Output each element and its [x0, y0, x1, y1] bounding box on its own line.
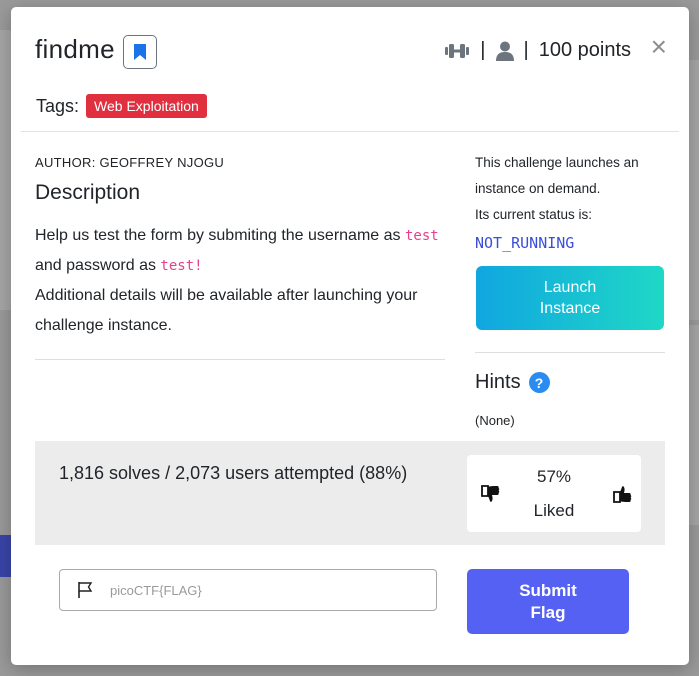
description-heading: Description: [35, 181, 141, 204]
tags-row: Tags: Web Exploitation: [36, 94, 207, 118]
user-icon: [495, 41, 514, 61]
hints-value: (None): [475, 413, 515, 428]
points-value: 100 points: [538, 39, 631, 61]
bookmark-button[interactable]: [123, 35, 157, 69]
dumbbell-icon: [445, 43, 470, 58]
username-code: test: [404, 228, 439, 244]
author-line: AUTHOR: GEOFFREY NJOGU: [35, 155, 225, 170]
help-icon[interactable]: ?: [528, 372, 550, 393]
tags-label: Tags:: [36, 95, 80, 116]
meta-separator: |: [523, 39, 529, 61]
background-card: [688, 60, 699, 320]
instance-description: This challenge launches an instance on d…: [475, 155, 639, 196]
flag-input-group: [59, 569, 437, 611]
challenge-meta: | | 100 points: [444, 39, 631, 62]
instance-info: This challenge launches an instance on d…: [475, 150, 675, 256]
description-text: Help us test the form by submiting the u…: [35, 227, 401, 244]
flag-input[interactable]: [110, 582, 410, 598]
hints-title: Hints: [475, 371, 521, 393]
bookmark-icon: [134, 44, 146, 60]
submit-flag-button[interactable]: Submit Flag: [467, 569, 629, 634]
flag-icon: [78, 582, 93, 598]
description-body: Help us test the form by submiting the u…: [35, 221, 447, 341]
challenge-modal: findme | | 100 points × Tags: Web Exploi…: [11, 7, 689, 665]
description-text: Additional details will be available aft…: [35, 287, 418, 334]
hints-heading: Hints ?: [475, 371, 550, 394]
stats-bar: 1,816 solves / 2,073 users attempted (88…: [35, 441, 665, 545]
divider: [21, 131, 679, 132]
launch-instance-button[interactable]: Launch Instance: [476, 266, 664, 330]
meta-separator: |: [480, 39, 486, 61]
challenge-title: findme: [35, 34, 115, 64]
like-card: 57% Liked: [467, 455, 641, 532]
description-text: and password as: [35, 257, 156, 274]
background-card: [688, 325, 699, 525]
divider: [475, 352, 665, 353]
divider: [35, 359, 445, 360]
background-button: [0, 535, 11, 577]
password-code: test!: [160, 258, 203, 274]
tag-badge[interactable]: Web Exploitation: [86, 94, 207, 118]
thumbs-up-icon[interactable]: [611, 483, 633, 505]
instance-status-label: Its current status is:: [475, 207, 593, 222]
solves-count: 1,816 solves / 2,073 users attempted (88…: [59, 463, 408, 483]
instance-status: NOT_RUNNING: [475, 234, 575, 252]
close-button[interactable]: ×: [651, 33, 667, 61]
